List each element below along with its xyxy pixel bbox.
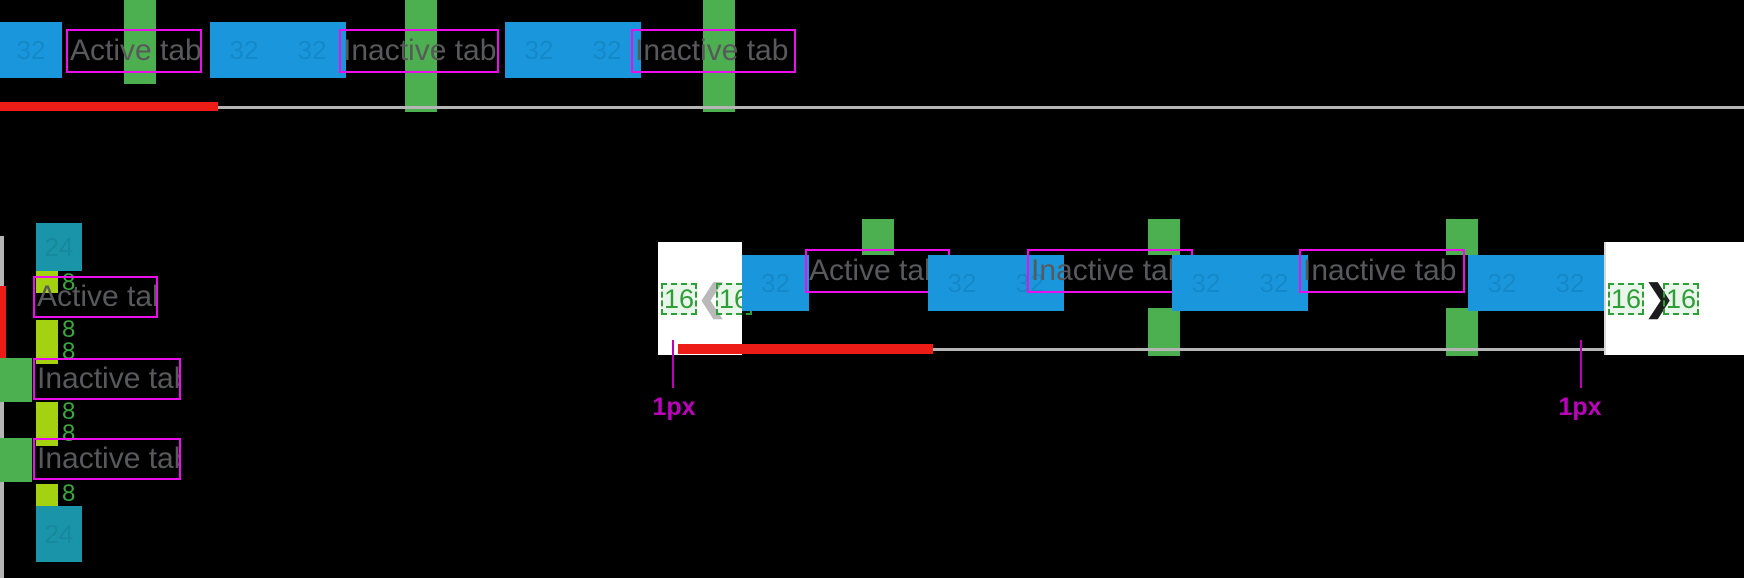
row-gap-highlight (0, 438, 32, 482)
tab-padding-left: 32 (0, 22, 62, 78)
tab-label: Inactive tab (1303, 254, 1457, 287)
top-tabbar: 32 Active tab 32 32 Inactive tab 32 32 I… (0, 0, 1744, 115)
border-callout-label: 1px (1558, 393, 1602, 421)
tabbar-bottom-border (0, 106, 1744, 109)
tab-padding-right: 32 (928, 255, 996, 311)
inspection-canvas: 32 Active tab 32 32 Inactive tab 32 32 I… (0, 0, 1744, 578)
list-padding-top: 24 (36, 223, 82, 271)
tab-padding-right: 32 (1172, 255, 1240, 311)
border-callout-label: 1px (652, 393, 696, 421)
tab-label: Inactive tab (635, 34, 789, 67)
tab-label: Active tab (37, 280, 158, 313)
border-callout-tick (672, 340, 674, 388)
tab-padding-right: 32 (278, 22, 346, 78)
active-tab-indicator (0, 102, 218, 111)
tab-label: Inactive tab (37, 362, 181, 395)
row-gap-highlight (0, 358, 32, 402)
scroll-button-padding-left: 16 (661, 283, 697, 315)
border-callout-tick (1580, 340, 1582, 388)
tab-padding-left: 32 (742, 255, 809, 311)
tab-label: Inactive tab (37, 442, 181, 475)
side-border (0, 236, 4, 286)
tab-label-box[interactable]: Inactive tab (1027, 249, 1193, 293)
side-tabbar: 24 8 Active tab 8 8 Inactive tab 8 8 Ina… (0, 210, 260, 578)
tab-padding-left: 32 (210, 22, 278, 78)
tab-padding-right: 32 (1536, 255, 1604, 311)
tab-padding-left: 32 (505, 22, 573, 78)
tab-label-box[interactable]: Inactive tab (631, 29, 796, 73)
list-padding-bottom: 24 (36, 506, 82, 562)
scroll-button-padding-left: 16 (1608, 283, 1644, 315)
tab-label: Active tab (809, 254, 941, 287)
tab-label-box[interactable]: Inactive tab (33, 358, 181, 400)
tab-label: Inactive tab (1031, 254, 1185, 287)
tab-label-box[interactable]: Active tab (66, 29, 202, 73)
tab-label-box[interactable]: Inactive tab (33, 438, 181, 480)
scroll-button-padding-right: 16 (1663, 283, 1699, 315)
tab-label: Inactive tab (343, 34, 497, 67)
scrollable-tabbar: 16 ❮ 16 32 Active tab 32 32 Inactive tab… (650, 210, 1744, 440)
gap-chip (36, 484, 58, 506)
tab-label-box[interactable]: Inactive tab (1299, 249, 1465, 293)
tab-label-box[interactable]: Inactive tab (339, 29, 499, 73)
active-tab-indicator (678, 344, 933, 354)
tab-padding-left: 32 (1240, 255, 1308, 311)
tab-label: Active tab (70, 34, 202, 67)
gap-measure: 8 (62, 480, 76, 507)
tab-label-box[interactable]: Active tab (33, 276, 158, 318)
tab-padding-right: 32 (1468, 255, 1536, 311)
